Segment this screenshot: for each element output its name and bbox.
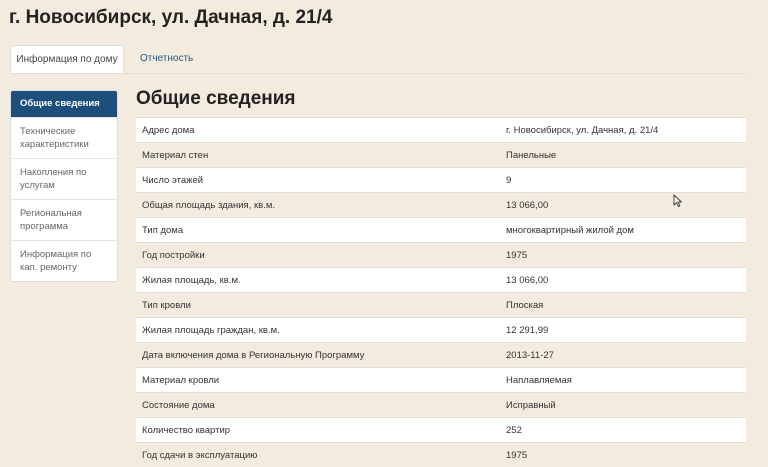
row-value: 12 291,99	[500, 318, 746, 343]
table-row: Тип кровли Плоская	[136, 293, 746, 318]
row-value: 13 066,00	[500, 268, 746, 293]
row-value: 13 066,00	[500, 193, 746, 218]
row-value: 1975	[500, 443, 746, 467]
sidebar-item-regional-program[interactable]: Региональная программа	[11, 200, 117, 241]
table-row: Состояние дома Исправный	[136, 393, 746, 418]
row-value: 2013-11-27	[500, 343, 746, 368]
row-label: Материал стен	[136, 143, 500, 168]
row-value: 252	[500, 418, 746, 443]
section-title: Общие сведения	[136, 88, 296, 110]
row-label: Жилая площадь граждан, кв.м.	[136, 318, 500, 343]
house-info-table: Адрес дома г. Новосибирск, ул. Дачная, д…	[136, 117, 746, 467]
sidebar-item-technical-characteristics[interactable]: Технические характеристики	[11, 118, 117, 159]
row-value: г. Новосибирск, ул. Дачная, д. 21/4	[500, 118, 746, 143]
table-row: Общая площадь здания, кв.м. 13 066,00	[136, 193, 746, 218]
sidebar-item-capital-repair-info[interactable]: Информация по кап. ремонту	[11, 241, 117, 281]
sidebar-item-general-info[interactable]: Общие сведения	[11, 91, 117, 118]
row-value: Панельные	[500, 143, 746, 168]
sidebar-nav: Общие сведения Технические характеристик…	[10, 90, 118, 282]
row-label: Материал кровли	[136, 368, 500, 393]
row-label: Количество квартир	[136, 418, 500, 443]
table-row: Количество квартир 252	[136, 418, 746, 443]
row-label: Год сдачи в эксплуатацию	[136, 443, 500, 467]
row-value: многоквартирный жилой дом	[500, 218, 746, 243]
table-row: Жилая площадь граждан, кв.м. 12 291,99	[136, 318, 746, 343]
tab-house-info[interactable]: Информация по дому	[10, 45, 124, 73]
row-label: Состояние дома	[136, 393, 500, 418]
table-row: Материал кровли Наплавляемая	[136, 368, 746, 393]
table-row: Дата включения дома в Региональную Прогр…	[136, 343, 746, 368]
row-label: Тип дома	[136, 218, 500, 243]
row-label: Адрес дома	[136, 118, 500, 143]
row-label: Общая площадь здания, кв.м.	[136, 193, 500, 218]
mouse-cursor-icon	[673, 194, 683, 208]
table-row: Материал стен Панельные	[136, 143, 746, 168]
row-value: Плоская	[500, 293, 746, 318]
row-value: 9	[500, 168, 746, 193]
tab-reports[interactable]: Отчетность	[130, 45, 203, 73]
row-value: Исправный	[500, 393, 746, 418]
table-row: Число этажей 9	[136, 168, 746, 193]
row-value: Наплавляемая	[500, 368, 746, 393]
sidebar-item-service-savings[interactable]: Накопления по услугам	[11, 159, 117, 200]
table-row: Жилая площадь, кв.м. 13 066,00	[136, 268, 746, 293]
row-label: Жилая площадь, кв.м.	[136, 268, 500, 293]
row-label: Число этажей	[136, 168, 500, 193]
table-row: Адрес дома г. Новосибирск, ул. Дачная, д…	[136, 118, 746, 143]
row-label: Год постройки	[136, 243, 500, 268]
row-label: Тип кровли	[136, 293, 500, 318]
table-row: Тип дома многоквартирный жилой дом	[136, 218, 746, 243]
row-value: 1975	[500, 243, 746, 268]
tabs-bar: Информация по дому Отчетность	[10, 45, 746, 74]
table-row: Год сдачи в эксплуатацию 1975	[136, 443, 746, 467]
row-label: Дата включения дома в Региональную Прогр…	[136, 343, 500, 368]
table-row: Год постройки 1975	[136, 243, 746, 268]
page-title: г. Новосибирск, ул. Дачная, д. 21/4	[9, 7, 332, 29]
